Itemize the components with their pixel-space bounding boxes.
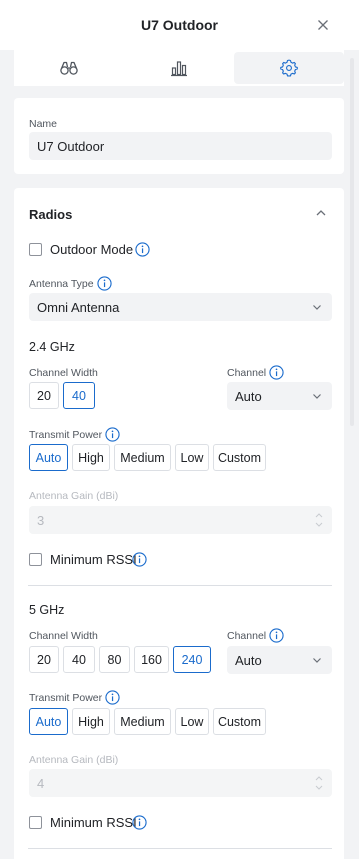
channel-label: Channel bbox=[227, 630, 267, 642]
tab-overview[interactable] bbox=[14, 52, 124, 84]
channel-width-label: Channel Width bbox=[29, 367, 98, 379]
minimum-rssi-label: Minimum RSSI bbox=[50, 552, 137, 567]
panel-title: U7 Outdoor bbox=[141, 17, 218, 33]
chevron-down-icon bbox=[313, 394, 321, 399]
tx-power-medium-button[interactable]: Medium bbox=[114, 444, 171, 471]
channel-width-40-button[interactable]: 40 bbox=[63, 646, 95, 673]
channel-select[interactable]: Auto bbox=[227, 382, 332, 410]
channel-select[interactable]: Auto bbox=[227, 646, 332, 674]
info-icon[interactable] bbox=[269, 628, 284, 643]
antenna-gain-value: 3 bbox=[37, 512, 45, 528]
antenna-gain-label: Antenna Gain (dBi) bbox=[29, 754, 119, 766]
tx-power-low-button[interactable]: Low bbox=[175, 444, 209, 471]
band-divider bbox=[28, 585, 332, 586]
tx-power-auto-button[interactable]: Auto bbox=[29, 708, 68, 735]
channel-value: Auto bbox=[235, 652, 262, 668]
info-icon[interactable] bbox=[135, 242, 150, 257]
band-5-title: 5 GHz bbox=[29, 603, 65, 617]
channel-label: Channel bbox=[227, 367, 267, 379]
antenna-type-value: Omni Antenna bbox=[37, 299, 120, 315]
channel-width-160-button[interactable]: 160 bbox=[134, 646, 169, 673]
close-icon[interactable] bbox=[315, 17, 331, 33]
antenna-type-label: Antenna Type bbox=[29, 278, 94, 290]
info-icon[interactable] bbox=[132, 552, 147, 567]
channel-width-label: Channel Width bbox=[29, 630, 98, 642]
antenna-gain-value: 4 bbox=[37, 775, 45, 791]
transmit-power-label: Transmit Power bbox=[29, 692, 103, 704]
antenna-type-select[interactable]: Omni Antenna bbox=[29, 293, 332, 321]
band-24-title: 2.4 GHz bbox=[29, 340, 75, 354]
tx-power-custom-button[interactable]: Custom bbox=[213, 444, 266, 471]
name-field[interactable]: U7 Outdoor bbox=[29, 132, 332, 160]
minimum-rssi-label: Minimum RSSI bbox=[50, 815, 137, 830]
name-label: Name bbox=[29, 118, 58, 130]
stepper-icon bbox=[315, 513, 323, 527]
channel-width-80-button[interactable]: 80 bbox=[99, 646, 130, 673]
radios-title: Radios bbox=[29, 207, 73, 222]
channel-width-240-button[interactable]: 240 bbox=[173, 646, 211, 673]
panel-header: U7 Outdoor bbox=[0, 0, 359, 50]
tx-power-custom-button[interactable]: Custom bbox=[213, 708, 266, 735]
stepper-icon bbox=[315, 776, 323, 790]
tab-statistics[interactable] bbox=[124, 52, 234, 84]
minimum-rssi-checkbox[interactable] bbox=[29, 553, 42, 566]
name-value: U7 Outdoor bbox=[37, 138, 105, 154]
band-divider bbox=[28, 848, 332, 849]
chevron-up-icon[interactable] bbox=[315, 208, 327, 218]
tx-power-auto-button[interactable]: Auto bbox=[29, 444, 68, 471]
antenna-gain-field: 3 bbox=[29, 506, 332, 534]
info-icon[interactable] bbox=[132, 815, 147, 830]
minimum-rssi-checkbox[interactable] bbox=[29, 816, 42, 829]
gear-icon bbox=[280, 59, 298, 77]
tab-bar bbox=[14, 50, 344, 86]
channel-width-40-button[interactable]: 40 bbox=[63, 382, 95, 409]
info-icon[interactable] bbox=[269, 365, 284, 380]
name-section: Name U7 Outdoor bbox=[14, 98, 344, 174]
outdoor-mode-checkbox[interactable] bbox=[29, 243, 42, 256]
radios-section: Radios Outdoor Mode Antenna Type Omni An… bbox=[14, 188, 344, 859]
bar-chart-icon bbox=[171, 61, 187, 77]
outdoor-mode-label: Outdoor Mode bbox=[50, 242, 134, 257]
info-icon[interactable] bbox=[105, 427, 120, 442]
info-icon[interactable] bbox=[97, 276, 112, 291]
chevron-down-icon bbox=[313, 305, 321, 310]
info-icon[interactable] bbox=[105, 690, 120, 705]
transmit-power-label: Transmit Power bbox=[29, 429, 103, 441]
chevron-down-icon bbox=[313, 658, 321, 663]
channel-value: Auto bbox=[235, 388, 262, 404]
tx-power-high-button[interactable]: High bbox=[72, 708, 110, 735]
tx-power-low-button[interactable]: Low bbox=[175, 708, 209, 735]
tx-power-medium-button[interactable]: Medium bbox=[114, 708, 171, 735]
channel-width-20-button[interactable]: 20 bbox=[29, 382, 59, 409]
channel-width-20-button[interactable]: 20 bbox=[29, 646, 59, 673]
binoculars-icon bbox=[60, 61, 78, 75]
antenna-gain-field: 4 bbox=[29, 769, 332, 797]
tab-settings[interactable] bbox=[234, 52, 344, 84]
antenna-gain-label: Antenna Gain (dBi) bbox=[29, 490, 119, 502]
scrollbar-thumb[interactable] bbox=[350, 58, 354, 426]
tx-power-high-button[interactable]: High bbox=[72, 444, 110, 471]
